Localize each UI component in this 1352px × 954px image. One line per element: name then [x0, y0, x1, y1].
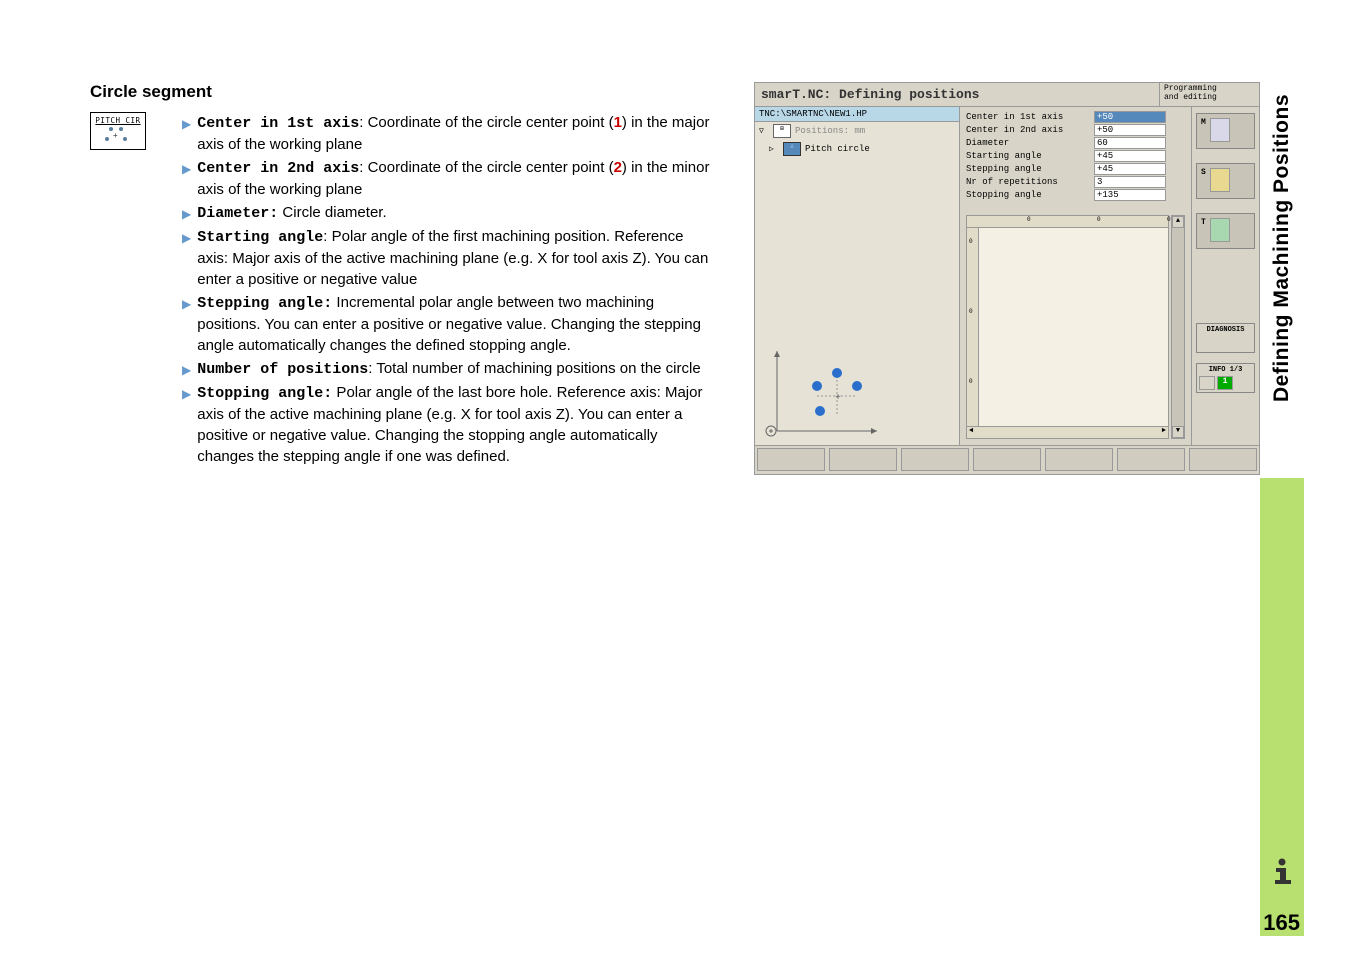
bullet-text: Number of positions: Total number of mac…: [197, 358, 710, 380]
toolbar-button[interactable]: [1045, 448, 1113, 471]
side-toolbar: M S T DIAGNOSIS INFO 1/3 1: [1191, 107, 1259, 445]
t-button[interactable]: T: [1196, 213, 1255, 249]
bullet-item: ▶ Center in 1st axis: Coordinate of the …: [182, 112, 710, 155]
param-label: Center in 1st axis: [964, 111, 1094, 123]
diagnosis-box[interactable]: DIAGNOSIS: [1196, 323, 1255, 353]
screen-mode: Programming and editing: [1159, 83, 1259, 106]
section-heading-vertical: Defining Machining Positions: [1270, 94, 1294, 402]
bullet-item: ▶ Stopping angle: Polar angle of the las…: [182, 382, 710, 467]
diameter-input[interactable]: [1094, 137, 1166, 149]
bullet-text: Stepping angle: Incremental polar angle …: [197, 292, 710, 356]
bullet-item: ▶ Number of positions: Total number of m…: [182, 358, 710, 380]
screen-title: smarT.NC: Defining positions: [755, 83, 1159, 106]
s-icon: [1210, 168, 1230, 192]
svg-text:+: +: [835, 393, 841, 404]
s-button[interactable]: S: [1196, 163, 1255, 199]
positions-icon: ⊞: [773, 124, 791, 138]
bullet-item: ▶ Stepping angle: Incremental polar angl…: [182, 292, 710, 356]
scroll-down-icon[interactable]: ▼: [1172, 426, 1184, 438]
pitch-circle-icon: ∴: [783, 142, 801, 156]
page-number: 165: [1263, 910, 1300, 936]
param-label: Stopping angle: [964, 189, 1094, 201]
param-label: Starting angle: [964, 150, 1094, 162]
bullet-text: Center in 2nd axis: Coordinate of the ci…: [197, 157, 710, 200]
expand-arrow-icon[interactable]: ▷: [769, 144, 779, 154]
bullet-arrow-icon: ▶: [182, 230, 191, 290]
toolbar-button[interactable]: [1117, 448, 1185, 471]
ruler-left: 0 0 0: [967, 228, 979, 426]
graph-area: 0 0 0 0 0 0 ◄ ►: [966, 215, 1169, 439]
circle-diagram: +: [757, 331, 957, 451]
toolbar-button[interactable]: [973, 448, 1041, 471]
bullet-arrow-icon: ▶: [182, 206, 191, 224]
bullet-text: Center in 1st axis: Coordinate of the ci…: [197, 112, 710, 155]
info-box[interactable]: INFO 1/3 1: [1196, 363, 1255, 393]
info-glyph-icon: [1266, 856, 1298, 888]
section-title: Circle segment: [90, 82, 710, 102]
param-label: Center in 2nd axis: [964, 124, 1094, 136]
bullet-arrow-icon: ▶: [182, 161, 191, 200]
param-row: Center in 1st axis: [964, 111, 1187, 123]
m-button[interactable]: M: [1196, 113, 1255, 149]
toolbar-button[interactable]: [829, 448, 897, 471]
collapse-arrow-icon[interactable]: ▽: [759, 126, 769, 136]
bullet-item: ▶ Center in 2nd axis: Coordinate of the …: [182, 157, 710, 200]
bullet-text: Stopping angle: Polar angle of the last …: [197, 382, 710, 467]
param-row: Stopping angle: [964, 189, 1187, 201]
stopping-angle-input[interactable]: [1094, 189, 1166, 201]
param-label: Stepping angle: [964, 163, 1094, 175]
m-icon: [1210, 118, 1230, 142]
file-path: TNC:\SMARTNC\NEW1.HP: [755, 107, 959, 122]
tree-panel: TNC:\SMARTNC\NEW1.HP ▽ ⊞ Positions: mm ▷…: [755, 107, 960, 445]
param-row: Stepping angle: [964, 163, 1187, 175]
bullet-item: ▶ Starting angle: Polar angle of the fir…: [182, 226, 710, 290]
param-label: Diameter: [964, 137, 1094, 149]
tree-item-pitch-circle[interactable]: ▷ ∴ Pitch circle: [755, 140, 959, 158]
t-icon: [1210, 218, 1230, 242]
ruler-bottom: ◄ ►: [967, 426, 1168, 438]
tree-label: Positions: mm: [795, 126, 865, 136]
toolbar-button[interactable]: [901, 448, 969, 471]
param-row: Nr of repetitions: [964, 176, 1187, 188]
ruler-top: 0 0 0: [967, 216, 1168, 228]
param-label: Nr of repetitions: [964, 176, 1094, 188]
toolbar-button[interactable]: [1189, 448, 1257, 471]
cnc-screenshot: smarT.NC: Defining positions Programming…: [754, 82, 1260, 475]
scrollbar-vertical[interactable]: ▲ ▼: [1171, 215, 1185, 439]
info-page-indicator: 1: [1217, 376, 1233, 390]
param-row: Starting angle: [964, 150, 1187, 162]
bullet-list: ▶ Center in 1st axis: Coordinate of the …: [182, 112, 710, 467]
diagnosis-icon: [1199, 336, 1252, 350]
starting-angle-input[interactable]: [1094, 150, 1166, 162]
bullet-arrow-icon: ▶: [182, 362, 191, 380]
center-2nd-axis-input[interactable]: [1094, 124, 1166, 136]
bullet-text: Starting angle: Polar angle of the first…: [197, 226, 710, 290]
tree-item-positions[interactable]: ▽ ⊞ Positions: mm: [755, 122, 959, 140]
scroll-up-icon[interactable]: ▲: [1172, 216, 1184, 228]
param-row: Center in 2nd axis: [964, 124, 1187, 136]
tree-label: Pitch circle: [805, 144, 870, 154]
bullet-text: Diameter: Circle diameter.: [197, 202, 710, 224]
toolbar-button[interactable]: [757, 448, 825, 471]
repetitions-input[interactable]: [1094, 176, 1166, 188]
params-panel: Center in 1st axis Center in 2nd axis Di…: [960, 107, 1191, 445]
center-1st-axis-input[interactable]: [1094, 111, 1166, 123]
bullet-item: ▶ Diameter: Circle diameter.: [182, 202, 710, 224]
bullet-arrow-icon: ▶: [182, 386, 191, 467]
info-icon-1: [1199, 376, 1215, 390]
stepping-angle-input[interactable]: [1094, 163, 1166, 175]
bullet-arrow-icon: ▶: [182, 296, 191, 356]
param-row: Diameter: [964, 137, 1187, 149]
bullet-arrow-icon: ▶: [182, 116, 191, 155]
